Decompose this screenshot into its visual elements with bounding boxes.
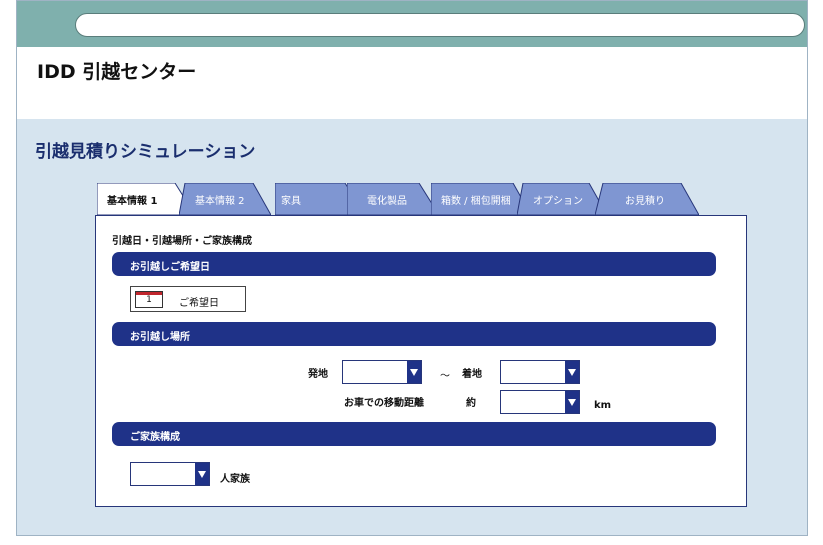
tab-label: 家具 xyxy=(281,196,301,207)
address-bar[interactable] xyxy=(75,13,805,37)
distance-label: お車での移動距離 xyxy=(344,398,424,409)
browser-toolbar xyxy=(17,1,807,47)
calendar-day: 1 xyxy=(146,295,152,305)
section-title: お引越しご希望日 xyxy=(130,262,210,273)
destination-select[interactable] xyxy=(500,360,580,384)
browser-window: IDD 引越センター 引越見積りシミュレーション 基本情報 1 基本情報 2 家… xyxy=(16,0,808,536)
origin-label: 発地 xyxy=(308,369,328,380)
tab-label: 箱数 / 梱包開梱 xyxy=(441,196,511,207)
site-header: IDD 引越センター xyxy=(17,47,807,119)
destination-label: 着地 xyxy=(462,369,482,380)
tab-label: オプション xyxy=(533,196,583,207)
tab-options[interactable]: オプション xyxy=(517,183,607,215)
tab-estimate[interactable]: お見積り xyxy=(595,183,699,215)
origin-select[interactable] xyxy=(342,360,422,384)
calendar-icon[interactable]: 1 xyxy=(135,291,163,308)
site-title: IDD 引越センター xyxy=(37,61,197,83)
distance-select[interactable] xyxy=(500,390,580,414)
distance-unit: km xyxy=(594,400,612,411)
tab-label: 電化製品 xyxy=(367,196,407,207)
section-title: ご家族構成 xyxy=(130,432,180,443)
page-title: 引越見積りシミュレーション xyxy=(35,142,256,162)
panel-heading: 引越日・引越場所・ご家族構成 xyxy=(112,236,252,247)
tab-boxes-packing[interactable]: 箱数 / 梱包開梱 xyxy=(431,183,531,215)
date-picker-label: ご希望日 xyxy=(179,298,219,309)
section-title: お引越し場所 xyxy=(130,332,190,343)
section-bar-moving-date: お引越しご希望日 xyxy=(112,252,716,276)
family-suffix: 人家族 xyxy=(220,474,250,485)
approx-label: 約 xyxy=(466,398,476,409)
tab-label: お見積り xyxy=(625,196,665,207)
tab-basic-info-2[interactable]: 基本情報 2 xyxy=(179,183,271,215)
chevron-down-icon[interactable] xyxy=(195,463,209,485)
chevron-down-icon[interactable] xyxy=(565,361,579,383)
tab-label: 基本情報 1 xyxy=(107,196,158,207)
family-count-select[interactable] xyxy=(130,462,210,486)
tab-appliances[interactable]: 電化製品 xyxy=(347,183,439,215)
chevron-down-icon[interactable] xyxy=(407,361,421,383)
tab-panel-basic-info-1: 引越日・引越場所・ご家族構成 お引越しご希望日 1 ご希望日 お引越し場所 発地 xyxy=(95,215,747,507)
tab-label: 基本情報 2 xyxy=(195,196,245,207)
range-tilde: 〜 xyxy=(440,371,450,382)
section-bar-moving-location: お引越し場所 xyxy=(112,322,716,346)
section-bar-family: ご家族構成 xyxy=(112,422,716,446)
date-picker[interactable]: 1 ご希望日 xyxy=(130,286,246,312)
main-content: 引越見積りシミュレーション 基本情報 1 基本情報 2 家具 電化製品 箱数 /… xyxy=(17,119,807,535)
chevron-down-icon[interactable] xyxy=(565,391,579,413)
